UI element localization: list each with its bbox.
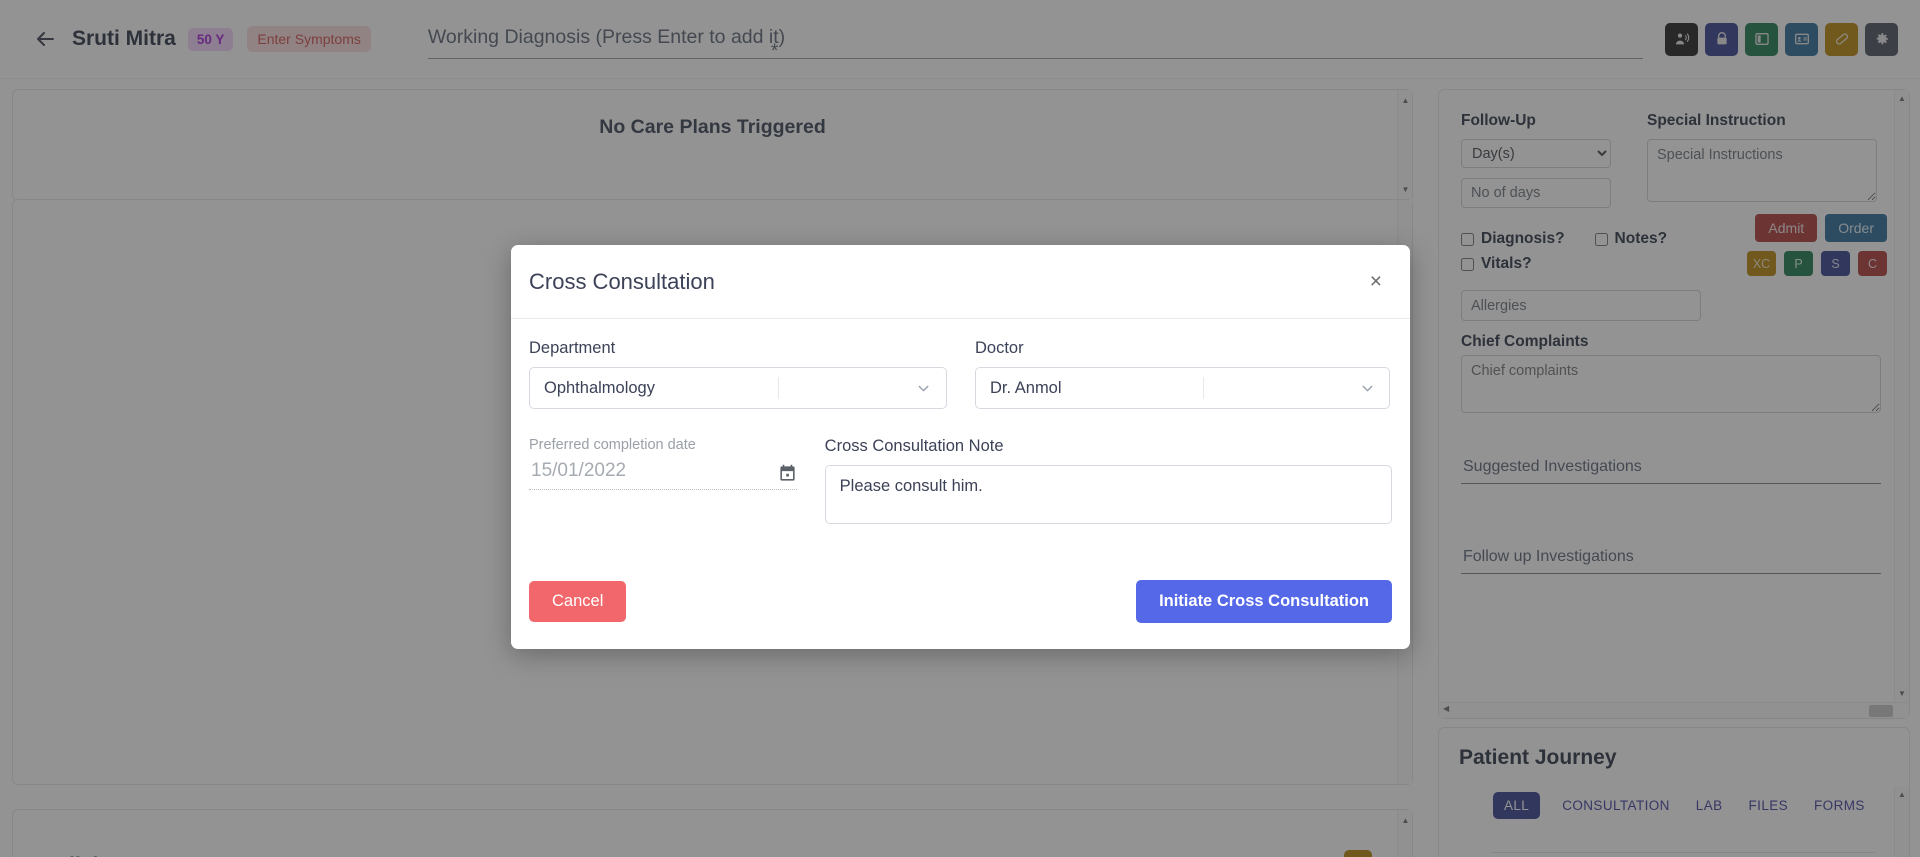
department-doctor-row: Department Ophthalmology Doctor Dr. Anmo… (529, 339, 1392, 409)
cancel-button[interactable]: Cancel (529, 580, 627, 622)
initiate-cross-consultation-button[interactable]: Initiate Cross Consultation (1136, 579, 1392, 623)
modal-body: Department Ophthalmology Doctor Dr. Anmo… (511, 319, 1410, 529)
select-separator (1202, 377, 1204, 399)
select-separator (777, 377, 779, 399)
cross-consultation-modal: Cross Consultation × Department Ophthalm… (511, 245, 1410, 649)
preferred-date-field[interactable] (529, 459, 797, 490)
department-selected-value: Ophthalmology (544, 378, 655, 397)
preferred-date-label: Preferred completion date (529, 437, 696, 453)
chevron-down-icon[interactable] (902, 380, 946, 397)
app-root: Sruti Mitra 50 Y Enter Symptoms * (0, 0, 1920, 857)
chevron-down-icon[interactable] (1345, 380, 1389, 397)
modal-footer: Cancel Initiate Cross Consultation (511, 553, 1410, 649)
close-icon[interactable]: × (1370, 271, 1382, 292)
doctor-label: Doctor (975, 339, 1024, 357)
date-note-row: Preferred completion date Cross Consulta… (529, 437, 1392, 529)
modal-header: Cross Consultation × (511, 245, 1410, 319)
department-group: Department Ophthalmology (529, 339, 947, 409)
preferred-date-group: Preferred completion date (529, 437, 797, 529)
cross-consultation-note-label: Cross Consultation Note (824, 437, 1004, 455)
department-select[interactable]: Ophthalmology (529, 367, 947, 409)
calendar-icon[interactable] (778, 464, 797, 483)
modal-title: Cross Consultation (529, 268, 715, 294)
cross-consultation-note-group: Cross Consultation Note (824, 437, 1392, 529)
doctor-selected-value: Dr. Anmol (990, 378, 1062, 397)
department-label: Department (529, 339, 616, 357)
doctor-select[interactable]: Dr. Anmol (975, 367, 1390, 409)
preferred-date-input[interactable] (529, 459, 729, 483)
doctor-group: Doctor Dr. Anmol (975, 339, 1390, 409)
cross-consultation-note-textarea[interactable] (824, 465, 1392, 524)
